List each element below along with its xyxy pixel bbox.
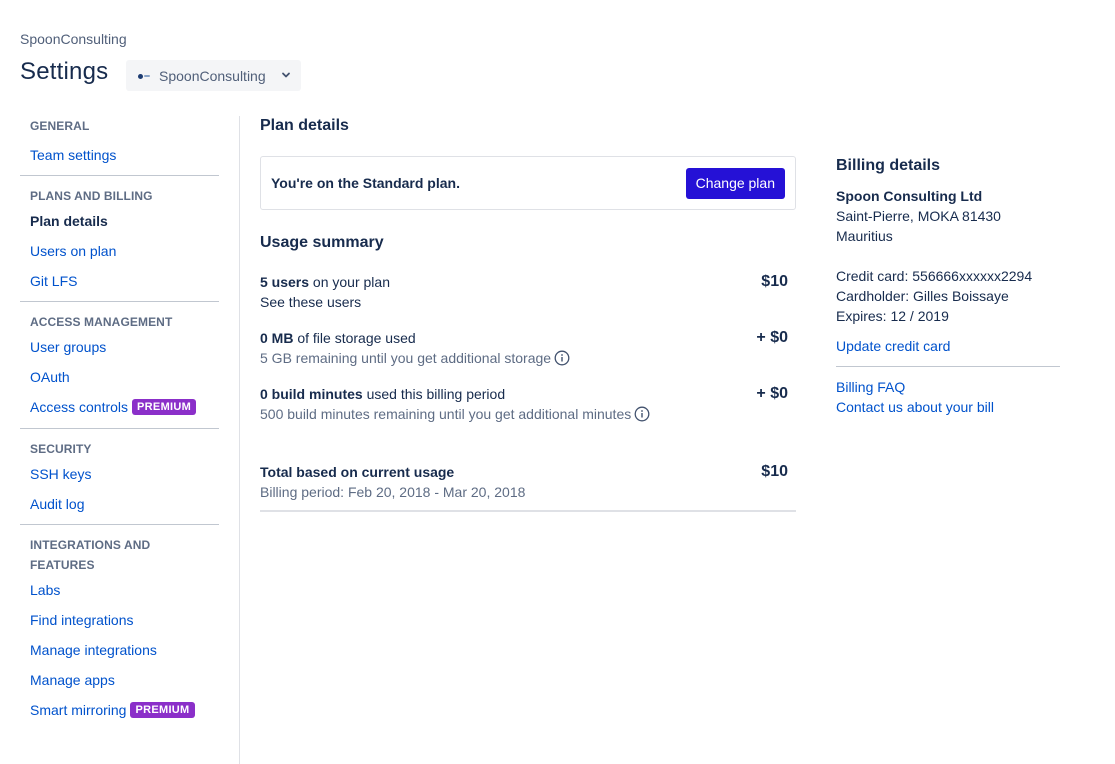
billing-address-line2: Mauritius [836,228,893,244]
usage-summary-heading: Usage summary [260,234,384,251]
workspace-select-label: SpoonConsulting [159,67,266,84]
sidebar-heading-access-management: ACCESS MANAGEMENT [30,315,173,329]
contact-billing-link[interactable]: Contact us about your bill [836,397,1060,417]
usage-users-count: 5 users [260,274,310,290]
sidebar-heading-security: SECURITY [30,442,92,456]
usage-build-sub: 500 build minutes remaining until you ge… [260,404,790,424]
sidebar-divider [20,301,219,302]
sidebar-heading-general: GENERAL [30,119,90,133]
billing-details-heading: Billing details [836,157,941,174]
usage-build-amount: 0 build minutes [260,386,363,402]
sidebar-section-plans-billing: PLANS AND BILLING Plan details Users on … [20,186,219,296]
sidebar-item-label: Access controls [30,399,129,415]
sidebar-item-git-lfs[interactable]: Git LFS [20,266,219,296]
usage-total-price: $10 [761,463,788,480]
usage-build-text: 0 build minutes used this billing period [260,384,790,404]
usage-users-text: 5 users on your plan [260,272,790,292]
breadcrumb[interactable]: SpoonConsulting [20,31,127,47]
expires-row: Expires: 12 / 2019 [836,306,1060,326]
sidebar-item-labs[interactable]: Labs [20,575,219,605]
sidebar-section-security: SECURITY SSH keys Audit log [20,439,219,519]
sidebar-section-integrations: INTEGRATIONS AND FEATURES Labs Find inte… [20,535,219,725]
current-plan-text: You're on the Standard plan. [271,175,460,191]
sidebar-divider [20,175,219,176]
sidebar-divider-vertical [239,116,240,764]
current-plan-box: You're on the Standard plan. Change plan [260,156,796,210]
cardholder-label: Cardholder: [836,288,910,304]
sidebar-item-access-controls[interactable]: Access controls PREMIUM [20,392,219,422]
billing-divider [836,366,1060,367]
usage-storage-remaining: 5 GB remaining until you get additional … [260,350,552,366]
sidebar-heading-plans-billing: PLANS AND BILLING [30,189,153,203]
sidebar-item-users-on-plan[interactable]: Users on plan [20,236,219,266]
usage-storage-amount: 0 MB [260,330,294,346]
usage-build-remaining: 500 build minutes remaining until you ge… [260,406,632,422]
sidebar-item-manage-integrations[interactable]: Manage integrations [20,635,219,665]
sidebar-item-find-integrations[interactable]: Find integrations [20,605,219,635]
usage-users-rest: on your plan [309,274,390,290]
sidebar-item-audit-log[interactable]: Audit log [20,489,219,519]
credit-card-value: 556666xxxxxx2294 [912,268,1033,284]
premium-badge: PREMIUM [132,399,197,415]
page-title: Settings [20,58,109,85]
usage-total-row: Total based on current usage Billing per… [260,462,790,502]
usage-storage-sub: 5 GB remaining until you get additional … [260,348,790,368]
plan-details-heading: Plan details [260,117,349,134]
sidebar-item-manage-apps[interactable]: Manage apps [20,665,219,695]
sidebar-item-team-settings[interactable]: Team settings [20,140,219,170]
see-these-users-link[interactable]: See these users [260,292,790,312]
sidebar-item-label: Smart mirroring [30,702,127,718]
expires-label: Expires: [836,308,887,324]
usage-total-label: Total based on current usage [260,464,455,480]
sidebar-divider [20,524,219,525]
usage-build-price: + $0 [756,385,788,402]
info-icon[interactable] [634,406,650,422]
sidebar-item-plan-details[interactable]: Plan details [20,206,219,236]
billing-details-panel: Billing details Spoon Consulting Ltd Sai… [836,156,1060,417]
workspace-avatar-icon [136,68,152,84]
usage-storage-text: 0 MB of file storage used [260,328,790,348]
premium-badge: PREMIUM [130,702,195,718]
expires-value: 12 / 2019 [890,308,949,324]
sidebar-item-user-groups[interactable]: User groups [20,332,219,362]
usage-storage-rest: of file storage used [293,330,416,346]
sidebar-section-access-management: ACCESS MANAGEMENT User groups OAuth Acce… [20,312,219,422]
sidebar-divider [20,428,219,429]
credit-card-label: Credit card: [836,268,909,284]
billing-period: Billing period: Feb 20, 2018 - Mar 20, 2… [260,484,526,500]
billing-faq-link[interactable]: Billing FAQ [836,377,1060,397]
usage-storage-price: + $0 [756,329,788,346]
usage-row-build-minutes: 0 build minutes used this billing period… [260,384,790,424]
credit-card-row: Credit card: 556666xxxxxx2294 [836,266,1060,286]
settings-sidebar: GENERAL Team settings PLANS AND BILLING … [20,116,219,725]
cardholder-value: Gilles Boissaye [913,288,1009,304]
info-icon[interactable] [554,350,570,366]
sidebar-item-smart-mirroring[interactable]: Smart mirroring PREMIUM [20,695,219,725]
sidebar-heading-integrations: INTEGRATIONS AND FEATURES [30,538,151,572]
usage-users-price: $10 [761,273,788,290]
change-plan-button[interactable]: Change plan [685,167,785,199]
usage-row-users: 5 users on your plan See these users $10 [260,272,790,312]
billing-address-line1: Saint-Pierre, MOKA 81430 [836,208,1001,224]
total-divider [260,510,796,512]
plan-details-panel: Plan details You're on the Standard plan… [260,116,796,512]
billing-company: Spoon Consulting Ltd [836,188,983,204]
cardholder-row: Cardholder: Gilles Boissaye [836,286,1060,306]
usage-build-rest: used this billing period [362,386,506,402]
workspace-select[interactable]: SpoonConsulting [126,60,301,91]
sidebar-item-oauth[interactable]: OAuth [20,362,219,392]
sidebar-item-ssh-keys[interactable]: SSH keys [20,459,219,489]
update-credit-card-link[interactable]: Update credit card [836,336,1060,356]
chevron-down-icon [282,72,290,78]
usage-row-storage: 0 MB of file storage used 5 GB remaining… [260,328,790,368]
sidebar-section-general: GENERAL Team settings [20,116,219,170]
